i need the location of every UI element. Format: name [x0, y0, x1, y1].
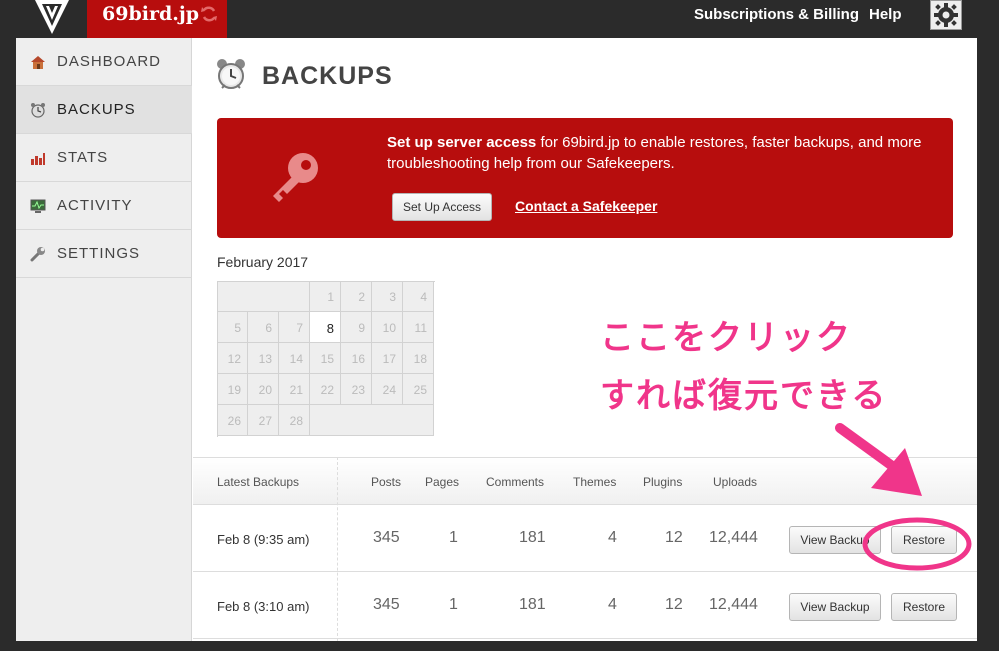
- calendar-day[interactable]: 7: [279, 312, 310, 343]
- set-up-access-button[interactable]: Set Up Access: [392, 193, 492, 221]
- pages-count: 1: [449, 596, 458, 613]
- table-row: Feb 8 (3:10 am) 345 1 181 4 12 12,444 Vi…: [193, 572, 977, 639]
- backup-date: Feb 8 (3:10 am): [217, 599, 310, 614]
- sidebar-item-label: STATS: [57, 149, 109, 166]
- view-backup-button[interactable]: View Backup: [789, 593, 881, 621]
- calendar-day-selected[interactable]: 8: [310, 312, 341, 343]
- vaultpress-logo[interactable]: [33, 0, 71, 34]
- nav-help[interactable]: Help: [869, 6, 902, 23]
- calendar-day[interactable]: 25: [403, 374, 434, 405]
- calendar-day[interactable]: 6: [248, 312, 279, 343]
- alarm-clock-icon: [217, 59, 245, 89]
- site-name[interactable]: 69bird.jp: [102, 3, 199, 25]
- calendar-day[interactable]: 24: [372, 374, 403, 405]
- themes-count: 4: [608, 596, 617, 613]
- calendar-empty-cell: [310, 405, 434, 436]
- posts-count: 345: [373, 529, 400, 546]
- header-posts: Posts: [371, 475, 402, 489]
- contact-safekeeper-link[interactable]: Contact a Safekeeper: [515, 198, 657, 214]
- plugins-count: 12: [665, 596, 683, 613]
- alert-heading: Set up server access: [387, 134, 537, 151]
- header-plugins: Plugins: [643, 475, 683, 489]
- sidebar: DASHBOARD BACKUPS STATS ACTIVITY SETTING…: [16, 38, 192, 641]
- monitor-icon: [30, 199, 46, 213]
- calendar-day[interactable]: 20: [248, 374, 279, 405]
- plugins-count: 12: [665, 529, 683, 546]
- backups-table: Latest Backups Posts Pages Comments Them…: [193, 457, 977, 641]
- calendar-day[interactable]: 13: [248, 343, 279, 374]
- calendar-day[interactable]: 15: [310, 343, 341, 374]
- calendar-day[interactable]: 14: [279, 343, 310, 374]
- backup-date: Feb 8 (9:35 am): [217, 532, 310, 547]
- header-pages: Pages: [425, 475, 460, 489]
- bar-chart-icon: [31, 153, 45, 165]
- calendar-day[interactable]: 12: [217, 343, 248, 374]
- calendar-day[interactable]: 23: [341, 374, 372, 405]
- calendar-day[interactable]: 21: [279, 374, 310, 405]
- calendar-day[interactable]: 17: [372, 343, 403, 374]
- calendar-day[interactable]: 22: [310, 374, 341, 405]
- annotation-line-2: すれば復元できる: [600, 376, 888, 416]
- nav-subscriptions-billing[interactable]: Subscriptions & Billing: [694, 6, 859, 23]
- restore-button[interactable]: Restore: [891, 593, 957, 621]
- calendar-day[interactable]: 4: [403, 281, 434, 312]
- comments-count: 181: [519, 529, 546, 546]
- sync-icon[interactable]: [200, 5, 218, 23]
- calendar-day[interactable]: 2: [341, 281, 372, 312]
- table-header: Latest Backups Posts Pages Comments Them…: [193, 457, 977, 505]
- sidebar-item-label: ACTIVITY: [57, 197, 133, 214]
- key-icon: [273, 153, 318, 202]
- calendar-day[interactable]: 9: [341, 312, 372, 343]
- sidebar-item-label: DASHBOARD: [57, 53, 162, 70]
- page-title: BACKUPS: [262, 62, 393, 90]
- calendar-day[interactable]: 16: [341, 343, 372, 374]
- calendar-day[interactable]: 28: [279, 405, 310, 436]
- settings-menu-button[interactable]: [930, 0, 962, 30]
- gear-icon: [934, 3, 958, 27]
- calendar-day[interactable]: 5: [217, 312, 248, 343]
- uploads-count: 12,444: [709, 529, 758, 546]
- sidebar-item-settings[interactable]: SETTINGS: [16, 230, 192, 278]
- view-backup-button[interactable]: View Backup: [789, 526, 881, 554]
- wrench-icon: [30, 247, 45, 262]
- site-switcher[interactable]: 69bird.jp: [87, 0, 227, 38]
- uploads-count: 12,444: [709, 596, 758, 613]
- calendar-day[interactable]: 1: [310, 281, 341, 312]
- calendar-empty-cell: [217, 281, 310, 312]
- sidebar-item-backups[interactable]: BACKUPS: [16, 86, 192, 134]
- sidebar-item-activity[interactable]: ACTIVITY: [16, 182, 192, 230]
- top-bar: 69bird.jp Subscriptions & Billing Help: [0, 0, 999, 38]
- themes-count: 4: [608, 529, 617, 546]
- sidebar-item-label: BACKUPS: [57, 101, 136, 118]
- posts-count: 345: [373, 596, 400, 613]
- calendar-day[interactable]: 11: [403, 312, 434, 343]
- server-access-alert: Set up server access for 69bird.jp to en…: [217, 118, 953, 238]
- calendar-day[interactable]: 10: [372, 312, 403, 343]
- pages-count: 1: [449, 529, 458, 546]
- restore-button[interactable]: Restore: [891, 526, 957, 554]
- header-latest-backups: Latest Backups: [217, 475, 300, 489]
- annotation-line-1: ここをクリック: [600, 318, 852, 358]
- calendar-day[interactable]: 27: [248, 405, 279, 436]
- sidebar-item-dashboard[interactable]: DASHBOARD: [16, 38, 192, 86]
- calendar-day[interactable]: 26: [217, 405, 248, 436]
- alert-message: Set up server access for 69bird.jp to en…: [387, 132, 927, 174]
- comments-count: 181: [519, 596, 546, 613]
- table-row: Feb 8 (9:35 am) 345 1 181 4 12 12,444 Vi…: [193, 505, 977, 572]
- calendar-day[interactable]: 3: [372, 281, 403, 312]
- sidebar-item-stats[interactable]: STATS: [16, 134, 192, 182]
- header-comments: Comments: [486, 475, 545, 489]
- header-themes: Themes: [573, 475, 617, 489]
- alarm-clock-icon: [31, 103, 45, 118]
- calendar-day[interactable]: 18: [403, 343, 434, 374]
- sidebar-item-label: SETTINGS: [57, 245, 141, 262]
- calendar-month: February 2017: [217, 254, 309, 270]
- header-uploads: Uploads: [713, 475, 758, 489]
- calendar-day[interactable]: 19: [217, 374, 248, 405]
- home-icon: [31, 56, 45, 69]
